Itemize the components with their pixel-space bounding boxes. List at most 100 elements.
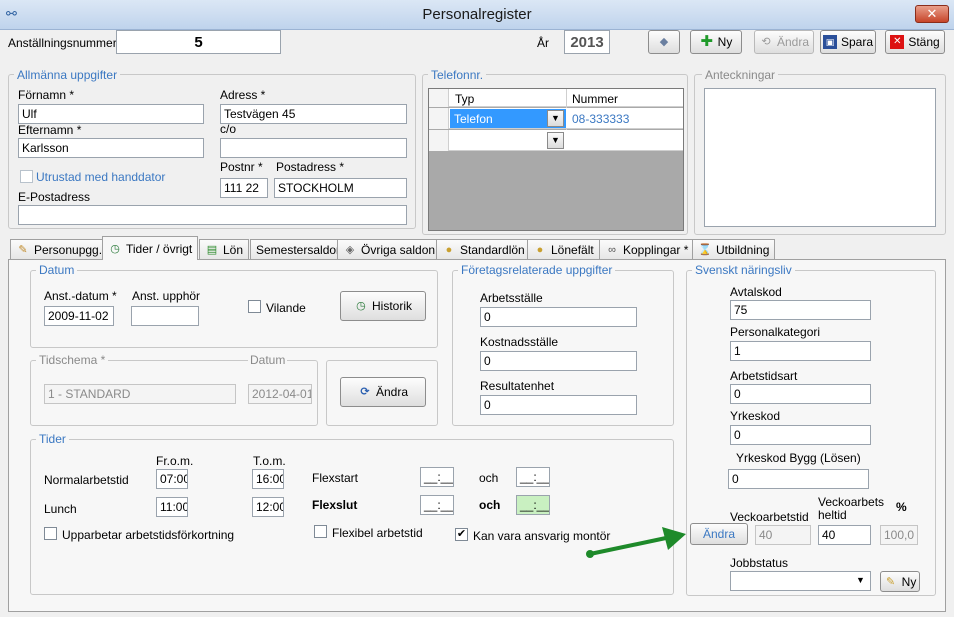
flexible-label: Flexibel arbetstid <box>332 526 423 540</box>
schedule-field[interactable]: 1 - STANDARD <box>44 384 236 404</box>
eraser-icon: ◆ <box>659 36 669 48</box>
schedule-change-button[interactable]: ⟳ Ändra <box>340 377 426 407</box>
flexend-label: Flexslut <box>312 498 358 512</box>
weekly-full-label-1: Veckoarbets <box>818 495 885 509</box>
flexstart-to-field[interactable]: __:__ <box>516 467 550 487</box>
address-field[interactable]: Testvägen 45 <box>220 104 407 124</box>
notes-field[interactable] <box>704 88 936 227</box>
tab-semestersaldon[interactable]: Semestersaldon <box>250 239 349 259</box>
phone-group-title: Telefonnr. <box>428 68 487 82</box>
weekly-full-field[interactable]: 40 <box>818 525 871 545</box>
postal-code-field[interactable]: 111 22 <box>220 178 268 198</box>
link-icon: ∞ <box>608 243 616 256</box>
agreement-label: Avtalskod <box>730 285 782 299</box>
phone-row-selector[interactable] <box>429 108 449 129</box>
weekly-field[interactable]: 40 <box>755 525 811 545</box>
tab-utbildning[interactable]: ⌛ Utbildning <box>692 239 776 259</box>
save-button[interactable]: ▣ Spara <box>820 30 876 54</box>
edit-button[interactable]: ⟲ Ändra <box>754 30 814 54</box>
year-label: År <box>537 36 549 50</box>
lunch-to-field[interactable]: 12:00 <box>252 497 284 517</box>
eraser-button[interactable]: ◆ <box>648 30 680 54</box>
flexstart-label: Flexstart <box>312 471 359 485</box>
normal-to-field[interactable]: 16:00 <box>252 469 284 489</box>
percent-field[interactable]: 100,0 <box>880 525 918 545</box>
postal-address-field[interactable]: STOCKHOLM <box>274 178 407 198</box>
occupation-field[interactable]: 0 <box>730 425 871 445</box>
idle-checkbox[interactable] <box>248 300 261 313</box>
result-unit-field[interactable]: 0 <box>480 395 637 415</box>
coin-icon: ● <box>536 243 544 256</box>
tab-standardlon[interactable]: ● Standardlön <box>436 239 531 259</box>
lunch-label: Lunch <box>44 502 77 516</box>
address-label: Adress * <box>220 88 266 102</box>
employee-number-field[interactable]: 5 <box>116 30 281 54</box>
phone-new-type-dropdown[interactable]: ▼ <box>547 132 564 149</box>
percent-label: % <box>896 500 907 514</box>
money-icon: ▤ <box>206 243 218 256</box>
occupation-label: Yrkeskod <box>730 409 781 423</box>
tab-tider-ovrigt[interactable]: ◷ Tider / övrigt <box>102 236 199 260</box>
postal-code-label: Postnr * <box>220 160 263 174</box>
tab-kopplingar[interactable]: ∞ Kopplingar * <box>599 239 695 259</box>
shortening-label: Upparbetar arbetstidsförkortning <box>62 528 235 542</box>
window-close-button[interactable]: ✕ <box>915 5 949 23</box>
tab-ovriga-saldon[interactable]: ◈ Övriga saldon <box>337 239 442 259</box>
worktime-type-field[interactable]: 0 <box>730 384 871 404</box>
phone-new-row-selector[interactable] <box>429 130 449 151</box>
shortening-checkbox[interactable] <box>44 527 57 540</box>
clock-icon: ◷ <box>110 242 120 255</box>
fitter-checkbox[interactable]: ✔ <box>455 528 468 541</box>
email-field[interactable] <box>18 205 407 225</box>
industry-change-button[interactable]: Ändra <box>690 523 748 545</box>
cost-center-field[interactable]: 0 <box>480 351 637 371</box>
flexstart-from-field[interactable]: __:__ <box>420 467 454 487</box>
phone-grid-corner <box>429 89 449 107</box>
schedule-date-field[interactable]: 2012-04-01 <box>248 384 312 404</box>
times-group <box>30 439 674 595</box>
tab-personuppg[interactable]: ✎ Personupgg. <box>10 239 109 259</box>
agreement-field[interactable]: 75 <box>730 300 871 320</box>
check-icon: ✔ <box>456 528 467 540</box>
flexend-from-field[interactable]: __:__ <box>420 495 454 515</box>
times-group-title: Tider <box>36 432 69 446</box>
tab-lon[interactable]: ▤ Lön <box>199 239 250 259</box>
occupation-build-field[interactable]: 0 <box>728 469 869 489</box>
lunch-from-field[interactable]: 11:00 <box>156 497 188 517</box>
phone-row-number[interactable]: 08-333333 <box>572 112 629 126</box>
annotation-arrow <box>586 527 686 558</box>
last-name-field[interactable]: Karlsson <box>18 138 204 158</box>
job-status-new-button[interactable]: ✎ Ny <box>880 571 920 592</box>
new-button[interactable]: ✚ Ny <box>690 30 742 54</box>
close-button[interactable]: ✕ Stäng <box>885 30 945 54</box>
start-date-field[interactable]: 2009-11-02 <box>44 306 114 326</box>
co-field[interactable] <box>220 138 407 158</box>
handheld-checkbox[interactable] <box>20 170 33 183</box>
job-status-dropdown[interactable]: ▼ <box>852 573 869 590</box>
phone-grid: Typ Nummer Telefon ▼ 08-333333 ▼ <box>428 88 684 231</box>
normal-from-field[interactable]: 07:00 <box>156 469 188 489</box>
schedule-group-title: Tidschema * <box>36 353 109 367</box>
history-button[interactable]: ◷ Historik <box>340 291 426 321</box>
phone-type-dropdown[interactable]: ▼ <box>547 110 564 127</box>
window-title: Personalregister <box>422 6 532 23</box>
category-field[interactable]: 1 <box>730 341 871 361</box>
flexend-to-field[interactable]: __:__ <box>516 495 550 515</box>
plus-icon: ✚ <box>700 33 713 50</box>
last-name-label: Efternamn * <box>18 123 82 137</box>
email-label: E-Postadress <box>18 190 91 204</box>
industry-group-title: Svenskt näringsliv <box>692 263 795 277</box>
first-name-field[interactable]: Ulf <box>18 104 204 124</box>
year-field[interactable]: 2013 <box>564 30 610 54</box>
tab-lonefalt[interactable]: ● Lönefält <box>527 239 600 259</box>
handheld-label: Utrustad med handdator <box>36 170 166 184</box>
job-status-select[interactable] <box>730 571 871 591</box>
from-label: Fr.o.m. <box>156 454 194 468</box>
workplace-field[interactable]: 0 <box>480 307 637 327</box>
flexible-checkbox[interactable] <box>314 525 327 538</box>
weekly-full-label-2: heltid <box>818 508 847 522</box>
refresh-icon: ⟲ <box>761 36 771 48</box>
hourglass-icon: ⌛ <box>698 243 712 256</box>
general-group-title: Allmänna uppgifter <box>14 68 121 82</box>
end-date-field[interactable] <box>131 306 199 326</box>
